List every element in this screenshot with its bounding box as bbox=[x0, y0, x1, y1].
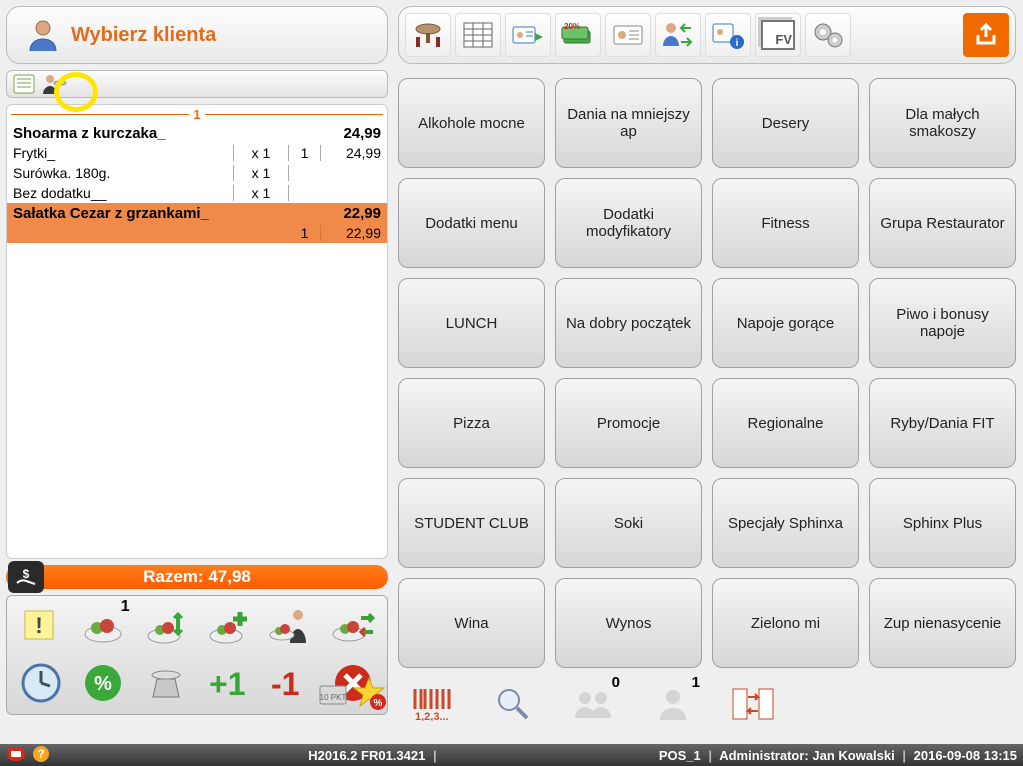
table-view-button[interactable] bbox=[405, 13, 451, 57]
printer-status-icon bbox=[6, 746, 26, 765]
category-button[interactable]: Dla małych smakoszy bbox=[869, 78, 1016, 168]
category-button[interactable]: Napoje gorące bbox=[712, 278, 859, 368]
user-info-button[interactable]: i bbox=[705, 13, 751, 57]
status-pos: POS_1 bbox=[659, 748, 701, 763]
select-customer-label: Wybierz klienta bbox=[71, 24, 216, 47]
dish-move-button[interactable] bbox=[323, 600, 383, 654]
total-value: 47,98 bbox=[208, 567, 251, 587]
category-button[interactable]: Specjały Sphinxa bbox=[712, 478, 859, 568]
category-button[interactable]: Regionalne bbox=[712, 378, 859, 468]
category-button[interactable]: Sphinx Plus bbox=[869, 478, 1016, 568]
svg-text:20%: 20% bbox=[564, 22, 580, 31]
dish-count-badge: 1 bbox=[121, 598, 130, 616]
group-button[interactable]: 0 bbox=[568, 682, 618, 726]
dish-sort-button[interactable] bbox=[136, 600, 196, 654]
grid-view-button[interactable] bbox=[455, 13, 501, 57]
scale-button[interactable] bbox=[136, 656, 196, 710]
money-hand-icon: $ bbox=[8, 561, 44, 593]
category-button[interactable]: Zup nienasycenie bbox=[869, 578, 1016, 668]
category-button[interactable]: Desery bbox=[712, 78, 859, 168]
category-button[interactable]: Na dobry początek bbox=[555, 278, 702, 368]
category-button[interactable]: Wina bbox=[398, 578, 545, 668]
settings-button[interactable] bbox=[805, 13, 851, 57]
dish-single-button[interactable]: 1 bbox=[73, 600, 133, 654]
category-button[interactable]: Dania na mniejszy ap bbox=[555, 78, 702, 168]
star-percent-button[interactable]: % bbox=[352, 676, 386, 710]
dish-add-button[interactable] bbox=[198, 600, 258, 654]
svg-text:%: % bbox=[374, 698, 383, 709]
minus-one-button[interactable]: -1 bbox=[260, 656, 320, 710]
ticket-line-sub[interactable]: Surówka. 180g.x 1 bbox=[7, 163, 387, 183]
svg-text:%: % bbox=[95, 673, 113, 695]
svg-text:-1: -1 bbox=[271, 666, 299, 702]
ticket-line-main[interactable]: Sałatka Cezar z grzankami_22,99 bbox=[7, 203, 387, 223]
svg-text:+1: +1 bbox=[209, 666, 245, 702]
status-role: Administrator bbox=[719, 748, 804, 763]
top-toolbar: 20% i FV bbox=[398, 6, 1016, 64]
transfer-button[interactable] bbox=[728, 682, 778, 726]
category-button[interactable]: Grupa Restaurator bbox=[869, 178, 1016, 268]
ticket-line-sub[interactable]: Frytki_x 1124,99 bbox=[7, 143, 387, 163]
category-button[interactable]: Zielono mi bbox=[712, 578, 859, 668]
ticket-line-sub[interactable]: Bez dodatku__x 1 bbox=[7, 183, 387, 203]
order-tabs bbox=[6, 70, 388, 98]
category-button[interactable]: LUNCH bbox=[398, 278, 545, 368]
status-version: H2016.2 FR01.3421 bbox=[308, 748, 425, 763]
status-user: Jan Kowalski bbox=[812, 748, 894, 763]
status-bar: ? H2016.2 FR01.3421 | POS_1 | Administra… bbox=[0, 744, 1023, 766]
category-button[interactable]: STUDENT CLUB bbox=[398, 478, 545, 568]
svg-text:?: ? bbox=[37, 747, 44, 761]
invoice-fv-button[interactable]: FV bbox=[755, 13, 801, 57]
svg-text:10 PKT: 10 PKT bbox=[320, 693, 347, 702]
note-button[interactable]: ! bbox=[11, 600, 71, 654]
select-customer-bar[interactable]: Wybierz klienta bbox=[6, 6, 388, 64]
pack-button[interactable]: 10 PKT bbox=[318, 676, 352, 710]
svg-text:1,2,3...: 1,2,3... bbox=[415, 711, 449, 721]
status-datetime: 2016-09-08 13:15 bbox=[914, 748, 1017, 763]
total-bar[interactable]: $ Razem: 47,98 bbox=[6, 565, 388, 589]
single-user-button[interactable]: 1 bbox=[648, 682, 698, 726]
person-icon bbox=[25, 17, 61, 53]
percent-button[interactable]: % bbox=[73, 656, 133, 710]
ticket-sequence: 1 bbox=[7, 105, 387, 123]
user-swap-button[interactable] bbox=[655, 13, 701, 57]
ticket-line-sub[interactable]: 122,99 bbox=[7, 223, 387, 243]
id-card-button[interactable] bbox=[605, 13, 651, 57]
waiter-dish-button[interactable] bbox=[260, 600, 320, 654]
category-button[interactable]: Dodatki menu bbox=[398, 178, 545, 268]
barcode-button[interactable]: 1,2,3... bbox=[408, 682, 458, 726]
customer-card-button[interactable] bbox=[505, 13, 551, 57]
category-button[interactable]: Wynos bbox=[555, 578, 702, 668]
ticket-line-main[interactable]: Shoarma z kurczaka_24,99 bbox=[7, 123, 387, 143]
category-button[interactable]: Pizza bbox=[398, 378, 545, 468]
help-icon[interactable]: ? bbox=[32, 745, 50, 766]
total-label: Razem: bbox=[143, 567, 203, 587]
category-grid: Alkohole mocneDania na mniejszy apDesery… bbox=[398, 78, 1016, 668]
svg-text:!: ! bbox=[35, 613, 42, 638]
export-button[interactable] bbox=[963, 13, 1009, 57]
user-count-badge: 1 bbox=[692, 674, 700, 691]
money-button[interactable]: 20% bbox=[555, 13, 601, 57]
category-button[interactable]: Ryby/Dania FIT bbox=[869, 378, 1016, 468]
list-icon[interactable] bbox=[13, 74, 35, 94]
order-ticket: 1 Shoarma z kurczaka_24,99Frytki_x 1124,… bbox=[6, 104, 388, 559]
group-count-badge: 0 bbox=[612, 674, 620, 691]
category-button[interactable]: Promocje bbox=[555, 378, 702, 468]
plus-one-button[interactable]: +1 bbox=[198, 656, 258, 710]
right-bottom-toolbar: 1,2,3... 0 1 bbox=[398, 682, 1016, 726]
clock-button[interactable] bbox=[11, 656, 71, 710]
search-button[interactable] bbox=[488, 682, 538, 726]
category-button[interactable]: Alkohole mocne bbox=[398, 78, 545, 168]
category-button[interactable]: Piwo i bonusy napoje bbox=[869, 278, 1016, 368]
svg-text:i: i bbox=[736, 38, 739, 49]
category-button[interactable]: Soki bbox=[555, 478, 702, 568]
waiter-tab-icon[interactable] bbox=[41, 73, 67, 95]
category-button[interactable]: Fitness bbox=[712, 178, 859, 268]
svg-text:$: $ bbox=[23, 567, 30, 581]
category-button[interactable]: Dodatki modyfikatory bbox=[555, 178, 702, 268]
